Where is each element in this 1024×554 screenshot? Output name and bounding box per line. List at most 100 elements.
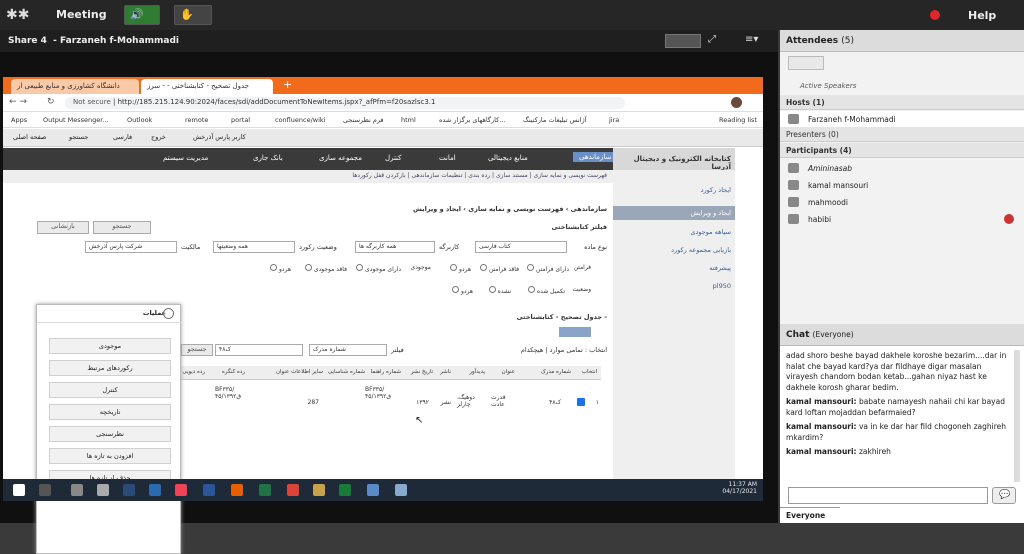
browser-tab-1[interactable]: دانشگاه کشاورزی و منابع طبیعی ار [11, 79, 139, 94]
home-link[interactable]: صفحه اصلی [13, 133, 46, 141]
reset-button[interactable]: بازنشانی [37, 221, 89, 234]
task-view-icon[interactable] [71, 484, 83, 496]
search-icon[interactable] [39, 484, 51, 496]
url-field[interactable]: Not secure | http://185.215.124.90:2024/… [65, 97, 625, 109]
bookmark[interactable]: آژانس تبلیغات مارکتینگ [523, 116, 587, 124]
popup-item-control[interactable]: کنترل [49, 382, 171, 398]
popup-item-inventory[interactable]: موجودی [49, 338, 171, 354]
bookmark[interactable]: confluence/wiki [275, 116, 325, 124]
browser-tab-2[interactable]: جدول تصحیح - کتابشناختی - - سرز [141, 79, 273, 94]
gear-icon[interactable] [163, 308, 174, 319]
nav-bank[interactable]: بانک جاری [253, 154, 283, 162]
col-header[interactable]: سایر اطلاعات عنوان [276, 369, 323, 375]
reload-icon[interactable]: ↻ [47, 97, 55, 107]
recording-icon[interactable] [930, 10, 940, 20]
col-header[interactable]: شماره مدرک [541, 369, 571, 375]
filter-field-select[interactable]: شماره مدرک [309, 344, 387, 356]
back-icon[interactable]: ← → [9, 97, 27, 107]
search-link[interactable]: جستجو [69, 133, 88, 141]
status-select[interactable]: همه وضعیتها [213, 241, 295, 253]
col-header[interactable]: شماره شناسایی [328, 369, 365, 375]
row-checkbox[interactable] [577, 398, 585, 406]
popup-item-history[interactable]: تاریخچه [49, 404, 171, 420]
layout-toggle-icon[interactable] [665, 34, 701, 48]
bookmark[interactable]: Outlook [127, 116, 152, 124]
nav-control[interactable]: کنترل [385, 154, 402, 162]
nav-digital[interactable]: منابع دیجیتالی [488, 154, 528, 162]
radio[interactable] [488, 286, 496, 293]
radio[interactable] [452, 286, 460, 293]
grid-title[interactable]: جدول تصحیح - کتابشناختی - [517, 313, 607, 321]
chat-input[interactable] [788, 487, 988, 504]
col-header[interactable]: ناشر [440, 369, 451, 375]
participants-section[interactable]: Participants (4) [780, 143, 1024, 158]
settings-icon[interactable] [97, 484, 109, 496]
radio[interactable] [450, 264, 458, 271]
presenters-section[interactable]: Presenters (0) [780, 127, 1024, 142]
sub-nav[interactable]: فهرست نویسی و نمایه سازی | مستند سازی | … [3, 170, 613, 183]
pod-menu-icon[interactable]: ≡▾ [745, 34, 758, 45]
popup-item-related[interactable]: رکوردهای مرتبط [49, 360, 171, 376]
send-message-button[interactable]: 💬 [992, 487, 1016, 504]
view-toggle-icon[interactable] [788, 56, 824, 70]
bookmark[interactable]: portal [231, 116, 250, 124]
side-item[interactable]: پیشرفته [709, 264, 731, 272]
profile-avatar[interactable] [731, 97, 742, 108]
popup-item-survey[interactable]: نظرسنجی [49, 426, 171, 442]
app-icon[interactable] [313, 484, 325, 496]
photoshop-icon[interactable] [149, 484, 161, 496]
radio[interactable] [528, 286, 536, 293]
nav-admin[interactable]: مدیریت سیستم [163, 154, 208, 162]
nav-loan[interactable]: امانت [439, 154, 456, 162]
clock[interactable]: 11:37 AM 04/17/2021 [707, 481, 757, 495]
excel-icon[interactable] [259, 484, 271, 496]
type-select[interactable]: کتاب فارسی [475, 241, 567, 253]
side-item-active[interactable]: ایجاد و ویرایش [613, 206, 735, 220]
hosts-section[interactable]: Hosts (1) [780, 95, 1024, 110]
grid-tools-icon[interactable] [559, 327, 591, 337]
col-header[interactable]: پدیدآور [469, 369, 485, 375]
filter-value-input[interactable]: ۴۸ک [215, 344, 303, 356]
col-header[interactable]: عنوان [502, 369, 515, 375]
col-header[interactable]: تاریخ نشر [411, 369, 433, 375]
radio[interactable] [270, 264, 278, 271]
side-item[interactable]: ایجاد رکورد [701, 186, 731, 194]
radio[interactable] [356, 264, 364, 271]
chat-tab-everyone[interactable]: Everyone [780, 507, 840, 523]
radio[interactable] [480, 264, 488, 271]
bookmark[interactable]: remote [185, 116, 208, 124]
app-icon[interactable] [175, 484, 187, 496]
attendee-participant[interactable]: Amininasab [780, 160, 1024, 176]
nav-collection[interactable]: مجموعه سازی [319, 154, 362, 162]
meeting-menu[interactable]: Meeting [56, 8, 107, 21]
popup-item-add-new[interactable]: افزودن به تازه ها [49, 448, 171, 464]
firefox-icon[interactable] [231, 484, 243, 496]
sheet-select[interactable]: همه کاربرگه ها [355, 241, 435, 253]
reading-list[interactable]: Reading list [719, 116, 757, 124]
attendee-host[interactable]: Farzaneh f-Mohammadi [780, 111, 1024, 127]
app-icon[interactable] [367, 484, 379, 496]
speaker-button[interactable]: 🔊 [124, 5, 160, 25]
chat-scrollbar[interactable] [1014, 350, 1020, 482]
bookmark[interactable]: Apps [11, 116, 27, 124]
side-item[interactable]: pl950 [713, 282, 731, 290]
windows-start-icon[interactable] [13, 484, 25, 496]
nav-organize[interactable]: سازماندهی [573, 152, 618, 162]
col-header[interactable]: رده کنگره [222, 369, 245, 375]
bookmark[interactable]: کارگاههای برگزار شده... [439, 116, 505, 124]
owner-select[interactable]: شرکت پارس آذرخش [85, 241, 177, 253]
raise-hand-button[interactable]: ✋ [174, 5, 212, 25]
col-header[interactable]: شماره راهنما [371, 369, 401, 375]
attendee-participant[interactable]: habibi [780, 211, 1024, 227]
attendee-participant[interactable]: kamal mansouri [780, 177, 1024, 193]
bookmark[interactable]: html [401, 116, 416, 124]
select-label[interactable]: انتخاب : تمامی موارد | هیچکدام [521, 346, 607, 354]
fullscreen-icon[interactable]: ⤢ [708, 34, 722, 48]
col-header[interactable]: رده دیویی [182, 369, 205, 375]
table-row[interactable]: ۱ ۴۸ک قدرت عادت دوهیگ، چارلز نشر ۱۳۹۲ BF… [181, 382, 601, 428]
logout-link[interactable]: خروج [151, 133, 166, 141]
language-link[interactable]: فارسی [113, 133, 132, 141]
bookmark[interactable]: jira [609, 116, 619, 124]
app-icon[interactable] [123, 484, 135, 496]
grid-search-button[interactable]: جستجو [181, 344, 213, 356]
